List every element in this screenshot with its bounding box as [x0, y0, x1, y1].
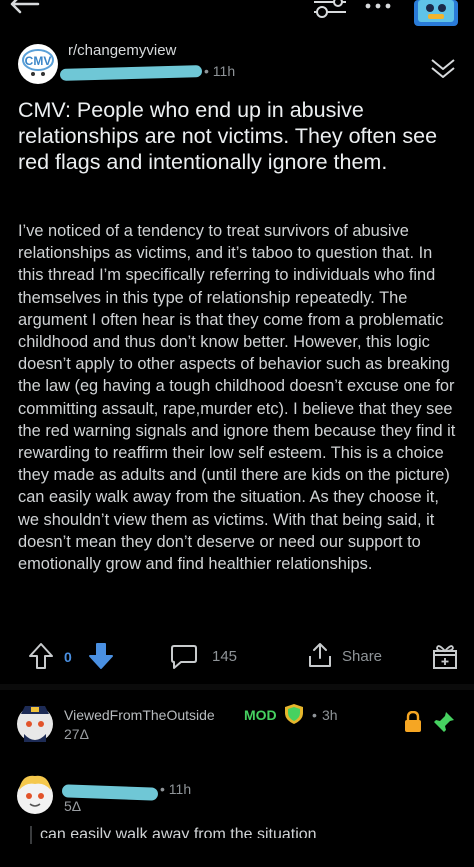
vote-count: 0 — [64, 649, 72, 665]
subreddit-name[interactable]: r/changemyview — [68, 42, 176, 59]
downvote-icon[interactable] — [88, 642, 114, 670]
mod-label: MOD — [244, 707, 277, 723]
comment-delta-count: 27Δ — [64, 726, 89, 742]
lock-icon — [404, 710, 422, 733]
pin-icon — [432, 710, 456, 734]
comment-time: • 11h — [160, 781, 192, 797]
section-divider — [0, 684, 474, 690]
comment-time-value: 11h — [168, 781, 192, 797]
chevron-double-down-icon[interactable] — [428, 56, 458, 82]
back-arrow-icon[interactable] — [6, 0, 40, 18]
top-bar — [0, 0, 474, 28]
commenter-avatar[interactable] — [14, 700, 56, 744]
filter-icon[interactable] — [312, 0, 348, 22]
post-body: I’ve noticed of a tendency to treat surv… — [18, 222, 456, 574]
redacted-username — [59, 65, 203, 81]
comment-count[interactable]: 145 — [212, 648, 237, 665]
comment-user: • 11h 5Δ can easily walk away from the s… — [0, 764, 474, 867]
upvote-icon[interactable] — [28, 642, 54, 670]
share-label[interactable]: Share — [342, 648, 382, 665]
comment-separator: • — [312, 707, 317, 723]
comment-delta-count: 5Δ — [64, 798, 82, 814]
svg-text:CMV: CMV — [25, 54, 52, 68]
quote-bar — [30, 826, 32, 844]
mod-shield-icon — [284, 703, 304, 725]
more-dots-icon[interactable] — [364, 0, 392, 12]
post-time-value: 11h — [212, 63, 236, 79]
comment-bubble-icon[interactable] — [170, 644, 198, 670]
commenter-avatar[interactable] — [14, 772, 56, 816]
user-avatar[interactable] — [414, 0, 458, 26]
comment-mod: ViewedFromTheOutside MOD • 3h 27Δ — [0, 692, 474, 752]
post-header: CMV r/changemyview • 11h — [0, 38, 474, 88]
post-action-bar: 0 145 Share — [0, 638, 474, 676]
subreddit-icon[interactable]: CMV — [18, 44, 58, 84]
award-icon[interactable] — [432, 642, 458, 670]
comment-time: 3h — [322, 707, 338, 723]
post-title: CMV: People who end up in abusive relati… — [18, 98, 438, 174]
post-time: • 11h — [204, 63, 236, 79]
comment-quote: can easily walk away from the situation — [40, 826, 317, 838]
commenter-username[interactable]: ViewedFromTheOutside — [64, 707, 215, 723]
share-icon[interactable] — [308, 642, 332, 668]
